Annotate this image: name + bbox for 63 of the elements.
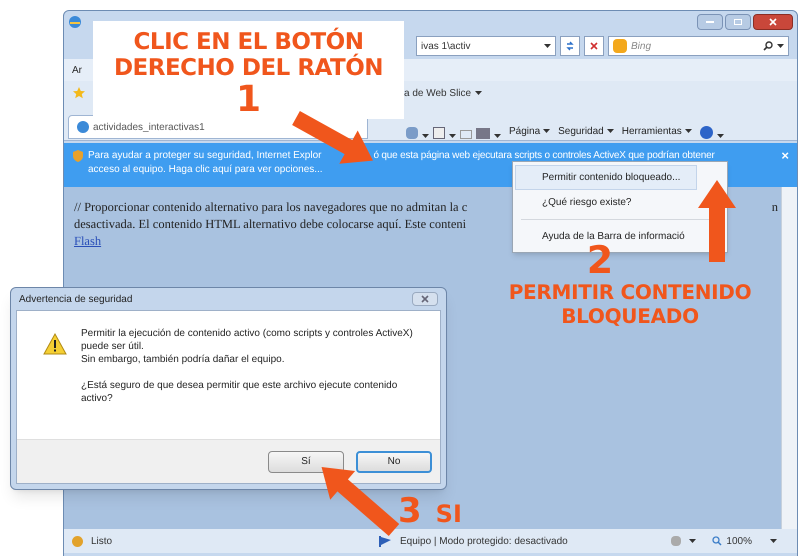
- annotation-text: PERMITIR CONTENIDO: [508, 280, 752, 304]
- zoom-control[interactable]: 100%: [712, 534, 777, 548]
- status-text: Listo: [91, 534, 114, 548]
- annotation-text: SI: [436, 499, 462, 529]
- page-text: desactivada. El contenido HTML alternativo debe colocarse aquí. Este conteni: [74, 216, 466, 233]
- minimize-button[interactable]: [697, 14, 723, 30]
- caret-icon: [475, 90, 482, 96]
- page-text: // Proporcionar contenido alternativo para los navegadores que no admitan la c: [74, 199, 468, 216]
- refresh-icon: [565, 41, 575, 51]
- star-icon: [72, 86, 86, 100]
- caret-icon: [422, 134, 429, 139]
- dialog-button[interactable]: No: [356, 450, 432, 472]
- close-icon: [421, 295, 429, 303]
- dialog-question: ¿Está seguro de que desea permitir que este archivo ejecute contenido activo?: [81, 379, 398, 405]
- search-engine-icon: [613, 39, 627, 53]
- menu-item[interactable]: Permitir contenido bloqueado...: [515, 165, 697, 190]
- toolbar-menu[interactable]: Página: [509, 124, 550, 139]
- caret-icon: [494, 134, 501, 139]
- address-field[interactable]: ivas 1\activ: [416, 36, 556, 56]
- caret-icon: [684, 129, 692, 134]
- toolbar-menu[interactable]: Seguridad: [558, 124, 614, 139]
- refresh-button[interactable]: [560, 36, 580, 56]
- caret-icon: [777, 44, 784, 48]
- scrollbar[interactable]: [781, 187, 797, 529]
- close-button[interactable]: [412, 292, 438, 306]
- menu-item[interactable]: Ar: [72, 62, 82, 78]
- menu-item[interactable]: ¿Qué riesgo existe?: [515, 190, 697, 215]
- magnifier-icon: [712, 536, 722, 546]
- close-icon: [590, 42, 598, 50]
- info-bar-text: ó que esta página web ejecutara scripts o controles ActiveX que podrían obtener: [373, 149, 715, 163]
- page-text: n: [772, 199, 778, 216]
- shield-icon: [72, 150, 84, 162]
- stop-button[interactable]: [584, 36, 604, 56]
- maximize-button[interactable]: [725, 14, 751, 30]
- caret-icon: [770, 538, 777, 544]
- flash-link[interactable]: Flash: [74, 234, 102, 248]
- warning-icon: [43, 333, 67, 355]
- dialog-button[interactable]: Sí: [268, 450, 344, 472]
- dialog-title: Advertencia de seguridad: [19, 292, 132, 306]
- info-bar-text: acceso al equipo. Haga clic aquí para ver opciones...: [88, 163, 323, 177]
- security-zone-text: Equipo | Modo protegido: desactivado: [400, 534, 569, 548]
- flag-icon: [379, 536, 392, 546]
- info-bar-text: Para ayudar a proteger su seguridad, Internet Explor: [88, 149, 322, 163]
- annotation-text: BLOQUEADO: [561, 304, 699, 328]
- search-icon: [763, 41, 773, 51]
- caret-icon: [689, 538, 696, 544]
- annotation-text: DERECHO DEL RATÓN: [114, 55, 384, 81]
- dialog-message: Permitir la ejecución de contenido activo (como scripts y controles ActiveX) puede ser útil.: [81, 327, 414, 353]
- caret-icon: [449, 134, 456, 139]
- step-number: 2: [586, 240, 614, 280]
- close-icon: [769, 18, 777, 26]
- web-slice-menu[interactable]: a de Web Slice: [404, 86, 482, 100]
- caret-icon: [606, 129, 614, 134]
- step-number: 3: [398, 493, 422, 529]
- annotation-text: CLIC EN EL BOTÓN: [134, 29, 364, 55]
- status-icon: [72, 536, 83, 546]
- caret-icon: [716, 134, 724, 139]
- caret-icon: [543, 129, 550, 134]
- toolbar-menu[interactable]: Herramientas: [622, 124, 692, 139]
- close-button[interactable]: [753, 14, 793, 30]
- search-field[interactable]: Bing: [608, 36, 789, 56]
- caret-icon: [544, 44, 551, 48]
- dialog-message: Sin embargo, también podría dañar el equipo.: [81, 353, 286, 366]
